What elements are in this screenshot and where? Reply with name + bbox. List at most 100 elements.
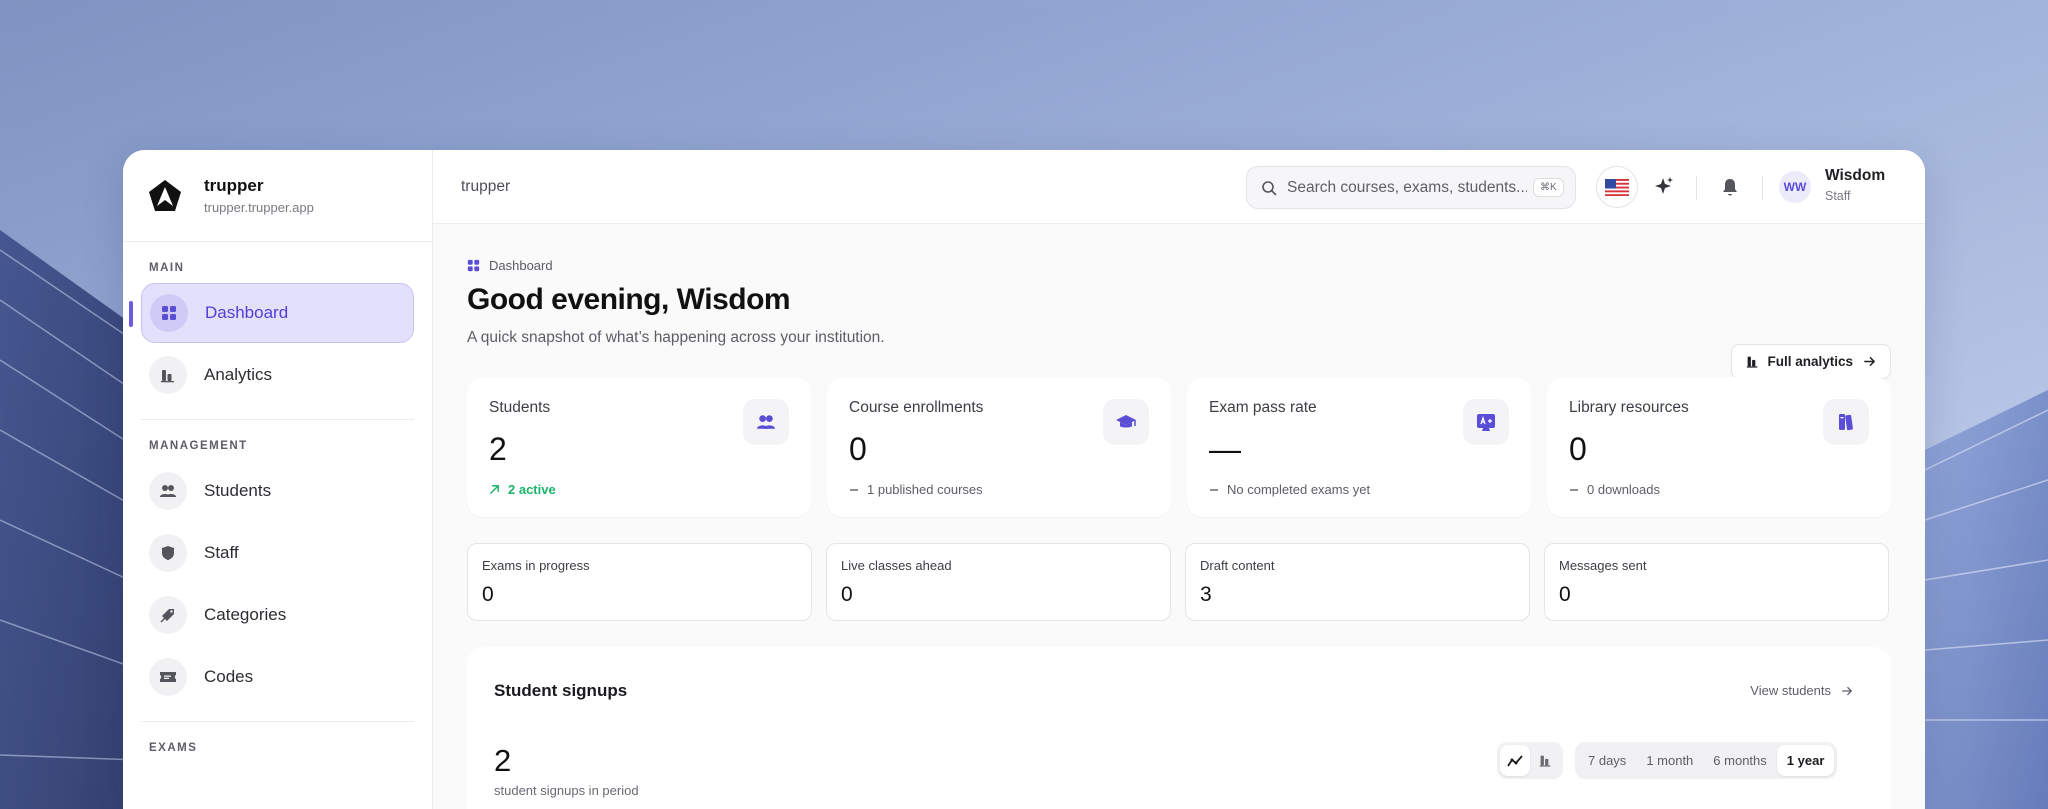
period-range-selector: 7 days 1 month 6 months 1 year bbox=[1575, 742, 1838, 779]
range-6-months[interactable]: 6 months bbox=[1703, 745, 1776, 776]
bar-chart-icon bbox=[149, 356, 187, 394]
view-students-link[interactable]: View students bbox=[1750, 683, 1853, 698]
topbar-breadcrumb[interactable]: trupper bbox=[461, 178, 510, 196]
stat-foot-text: No completed exams yet bbox=[1227, 482, 1371, 497]
search-box[interactable]: ⌘K bbox=[1246, 166, 1576, 209]
stat-cards: Students 2 2 active Course enrollments 0 bbox=[467, 377, 1891, 517]
search-shortcut-badge: ⌘K bbox=[1533, 178, 1564, 197]
sidebar-item-label: Students bbox=[204, 481, 272, 500]
range-7-days[interactable]: 7 days bbox=[1578, 745, 1636, 776]
mini-stat-exams-in-progress[interactable]: Exams in progress 0 bbox=[467, 543, 812, 621]
page-title: Good evening, Wisdom bbox=[467, 283, 791, 316]
stat-card-library-resources[interactable]: Library resources 0 0 downloads bbox=[1547, 377, 1891, 517]
sidebar-item-label: Categories bbox=[204, 605, 287, 624]
arrow-right-icon bbox=[1841, 685, 1853, 697]
brand-header[interactable]: trupper trupper.trupper.app bbox=[123, 150, 432, 242]
dash-icon bbox=[1209, 485, 1219, 495]
sidebar: trupper trupper.trupper.app MAIN Dashboa… bbox=[123, 150, 433, 809]
sparkle-icon bbox=[1653, 176, 1675, 198]
stat-trend: 1 published courses bbox=[849, 482, 1149, 497]
line-chart-toggle[interactable] bbox=[1500, 745, 1530, 776]
mini-stat-messages-sent[interactable]: Messages sent 0 bbox=[1544, 543, 1889, 621]
sidebar-item-label: Staff bbox=[204, 543, 239, 562]
panel-title: Student signups bbox=[494, 681, 628, 700]
stat-foot-text: 2 active bbox=[508, 482, 556, 497]
search-input[interactable] bbox=[1287, 178, 1527, 197]
sidebar-item-dashboard[interactable]: Dashboard bbox=[129, 283, 414, 343]
app-window: trupper trupper.trupper.app MAIN Dashboa… bbox=[123, 150, 1925, 809]
mini-stat-label: Messages sent bbox=[1559, 558, 1647, 573]
topbar-divider bbox=[1696, 176, 1697, 200]
search-icon bbox=[1261, 180, 1277, 196]
users-icon bbox=[743, 399, 789, 445]
bar-chart-icon bbox=[1746, 355, 1759, 368]
dashboard-content: Dashboard Good evening, Wisdom A quick s… bbox=[433, 258, 1925, 809]
sidebar-item-students[interactable]: Students bbox=[141, 461, 414, 521]
sidebar-item-staff[interactable]: Staff bbox=[141, 523, 414, 583]
sidebar-item-label: Analytics bbox=[204, 365, 273, 384]
graduation-cap-icon bbox=[1103, 399, 1149, 445]
stat-foot-text: 1 published courses bbox=[867, 482, 983, 497]
user-name[interactable]: Wisdom bbox=[1825, 167, 1885, 185]
language-button[interactable] bbox=[1596, 166, 1638, 208]
mini-stat-label: Draft content bbox=[1200, 558, 1275, 573]
books-icon bbox=[1823, 399, 1869, 445]
sidebar-item-codes[interactable]: Codes bbox=[141, 647, 414, 707]
brand-logo-icon bbox=[145, 176, 185, 216]
view-students-label: View students bbox=[1750, 683, 1831, 698]
grid-icon bbox=[467, 259, 480, 272]
bell-icon bbox=[1721, 177, 1739, 197]
nav-section-title: EXAMS bbox=[149, 742, 198, 754]
chart-type-toggle bbox=[1497, 742, 1563, 779]
users-icon bbox=[149, 472, 187, 510]
sidebar-item-categories[interactable]: Categories bbox=[141, 585, 414, 645]
topbar: trupper ⌘K bbox=[433, 150, 1925, 224]
stat-trend: 2 active bbox=[489, 482, 789, 497]
bar-chart-toggle[interactable] bbox=[1530, 745, 1560, 776]
mini-stat-draft-content[interactable]: Draft content 3 bbox=[1185, 543, 1530, 621]
full-analytics-button[interactable]: Full analytics bbox=[1731, 344, 1891, 379]
mini-stat-value: 0 bbox=[1559, 583, 1571, 606]
stat-trend: No completed exams yet bbox=[1209, 482, 1509, 497]
dash-icon bbox=[1569, 485, 1579, 495]
sidebar-item-analytics[interactable]: Analytics bbox=[141, 345, 414, 405]
avatar[interactable]: WW bbox=[1779, 171, 1811, 203]
user-role: Staff bbox=[1825, 189, 1851, 203]
nav-section-title: MANAGEMENT bbox=[149, 440, 248, 452]
mini-stat-label: Live classes ahead bbox=[841, 558, 952, 573]
arrow-up-right-icon bbox=[489, 484, 500, 495]
nav-section-title: MAIN bbox=[149, 262, 185, 274]
bar-chart-icon bbox=[1539, 754, 1552, 767]
stat-foot-text: 0 downloads bbox=[1587, 482, 1660, 497]
grade-icon bbox=[1463, 399, 1509, 445]
breadcrumb-label: Dashboard bbox=[489, 258, 553, 273]
student-signups-panel: Student signups View students 2 student … bbox=[467, 647, 1891, 809]
ticket-icon bbox=[149, 658, 187, 696]
ai-assistant-button[interactable] bbox=[1643, 166, 1685, 208]
nav-main: MAIN Dashboard Analytics bbox=[123, 262, 432, 420]
tags-icon bbox=[149, 596, 187, 634]
range-1-year[interactable]: 1 year bbox=[1776, 745, 1835, 776]
topbar-divider bbox=[1762, 176, 1763, 200]
notifications-button[interactable] bbox=[1709, 166, 1751, 208]
mini-stat-value: 0 bbox=[841, 583, 853, 606]
arrow-right-icon bbox=[1863, 355, 1876, 368]
main-area: trupper ⌘K bbox=[433, 150, 1925, 809]
stat-card-students[interactable]: Students 2 2 active bbox=[467, 377, 811, 517]
us-flag-icon bbox=[1605, 178, 1629, 196]
mini-stat-cards: Exams in progress 0 Live classes ahead 0… bbox=[467, 543, 1891, 621]
stat-trend: 0 downloads bbox=[1569, 482, 1869, 497]
stat-card-course-enrollments[interactable]: Course enrollments 0 1 published courses bbox=[827, 377, 1171, 517]
mini-stat-value: 0 bbox=[482, 583, 494, 606]
nav-management: MANAGEMENT Students Staff Categories Cod… bbox=[123, 440, 432, 722]
sidebar-item-label: Dashboard bbox=[205, 303, 289, 322]
mini-stat-live-classes[interactable]: Live classes ahead 0 bbox=[826, 543, 1171, 621]
brand-domain: trupper.trupper.app bbox=[204, 200, 314, 215]
range-1-month[interactable]: 1 month bbox=[1636, 745, 1703, 776]
line-chart-icon bbox=[1507, 754, 1523, 768]
page-subtitle: A quick snapshot of what’s happening acr… bbox=[467, 329, 885, 346]
stat-card-exam-pass-rate[interactable]: Exam pass rate — No completed exams yet bbox=[1187, 377, 1531, 517]
sidebar-item-label: Codes bbox=[204, 667, 254, 686]
grid-icon bbox=[150, 294, 188, 332]
nav-divider bbox=[141, 721, 414, 722]
